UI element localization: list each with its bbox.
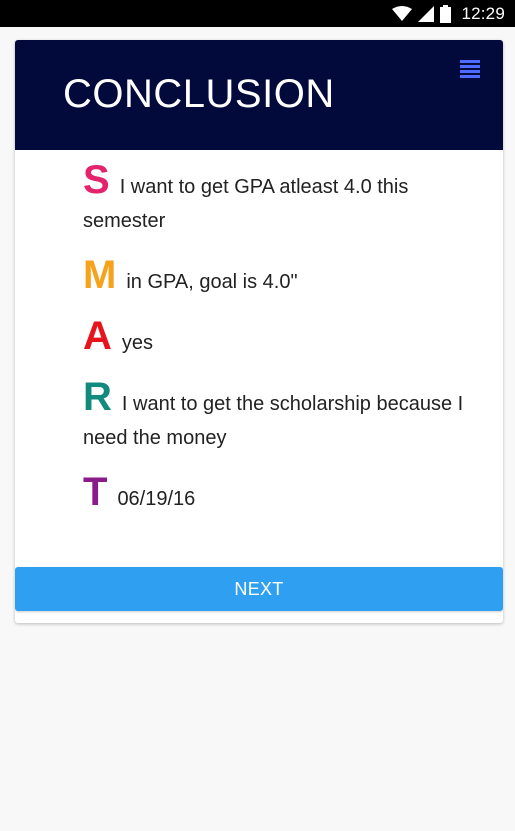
status-time: 12:29 — [461, 3, 505, 23]
smart-item-a: Ayes — [83, 316, 483, 360]
smart-letter-r: R — [83, 375, 112, 419]
smart-goal-list: SI want to get GPA atleast 4.0 this seme… — [83, 160, 483, 536]
next-button[interactable]: NEXT — [15, 567, 503, 611]
smart-letter-s: S — [83, 158, 110, 202]
status-bar: 12:29 — [0, 0, 515, 27]
smart-item-m: Min GPA, goal is 4.0" — [83, 255, 483, 299]
smart-text-specific: I want to get GPA atleast 4.0 this semes… — [83, 176, 409, 232]
smart-letter-m: M — [83, 253, 117, 297]
smart-text-achievable: yes — [121, 332, 154, 354]
wifi-icon — [392, 5, 413, 21]
conclusion-card: CONCLUSION SI want to get GPA atleast 4.… — [15, 40, 503, 623]
smart-item-r: RI want to get the scholarship because I… — [83, 377, 483, 455]
smart-item-s: SI want to get GPA atleast 4.0 this seme… — [83, 160, 483, 238]
battery-icon — [440, 4, 452, 23]
smart-text-time-bound: 06/19/16 — [117, 488, 196, 510]
signal-icon — [418, 5, 435, 22]
smart-item-t: T 06/19/16 — [83, 472, 483, 516]
smart-letter-a: A — [83, 314, 112, 358]
hamburger-menu-icon[interactable] — [460, 60, 484, 82]
smart-text-measurable: in GPA, goal is 4.0" — [126, 271, 298, 293]
status-icons: 12:29 — [392, 0, 505, 27]
smart-letter-t: T — [83, 470, 108, 514]
smart-text-relevant: I want to get the scholarship because I … — [83, 393, 464, 449]
page-title: CONCLUSION — [63, 72, 335, 116]
card-header: CONCLUSION — [15, 40, 503, 150]
